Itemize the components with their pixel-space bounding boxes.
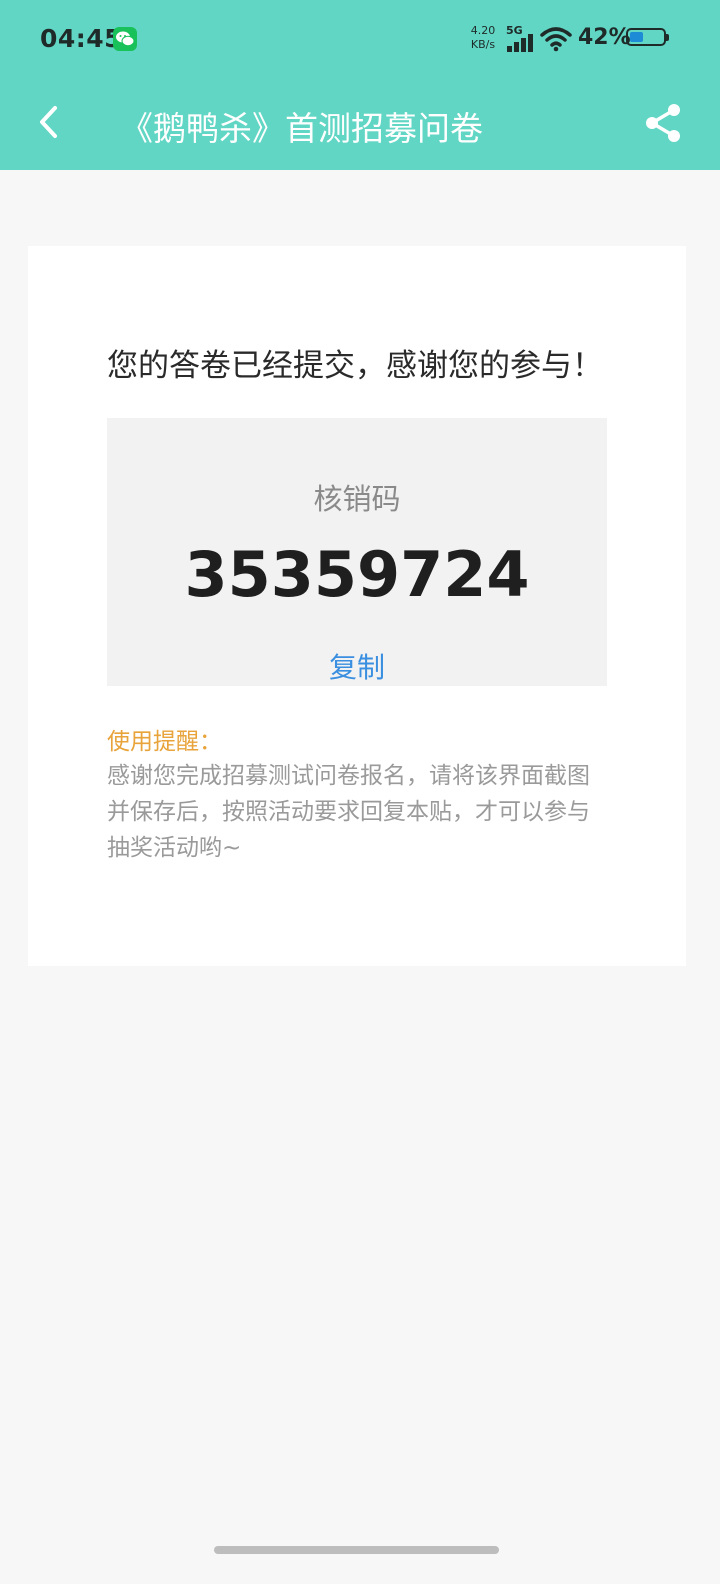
net-speed-unit: KB/s — [470, 38, 496, 51]
net-speed: 4.20 KB/s — [468, 24, 498, 52]
wifi-icon — [540, 27, 572, 52]
home-indicator[interactable] — [214, 1546, 499, 1554]
signal-icon — [507, 34, 533, 52]
battery-icon — [626, 28, 669, 46]
page-title: 《鹅鸭杀》首测招募问卷 — [120, 109, 483, 148]
verification-code: 35359724 — [184, 538, 530, 611]
reminder-text: 感谢您完成招募测试问卷报名，请将该界面截图并保存后，按照活动要求回复本贴，才可以… — [107, 763, 590, 861]
copy-button[interactable]: 复制 — [307, 646, 407, 686]
top-bar: 04:45 4.20 KB/s 5G 42% 《鹅鸭杀》首测招募问卷 — [0, 0, 720, 170]
share-icon — [646, 104, 680, 142]
reminder-title: 使用提醒： — [107, 729, 222, 755]
battery-percent: 42% — [578, 25, 631, 50]
back-button[interactable] — [26, 98, 74, 146]
app-header: 《鹅鸭杀》首测招募问卷 — [0, 78, 720, 170]
verification-code-box: 核销码 35359724 复制 — [107, 418, 607, 686]
battery-fill — [630, 32, 643, 42]
net-speed-value: 4.20 — [470, 24, 496, 37]
status-time: 04:45 — [40, 24, 123, 53]
status-bar: 04:45 4.20 KB/s 5G 42% — [0, 0, 720, 78]
chevron-left-icon — [40, 106, 57, 138]
result-card: 您的答卷已经提交，感谢您的参与！ 核销码 35359724 复制 使用提醒： 感… — [28, 246, 686, 966]
code-label: 核销码 — [313, 482, 401, 516]
wechat-icon — [113, 27, 137, 51]
submit-message: 您的答卷已经提交，感谢您的参与！ — [107, 348, 603, 384]
share-button[interactable] — [640, 100, 686, 146]
